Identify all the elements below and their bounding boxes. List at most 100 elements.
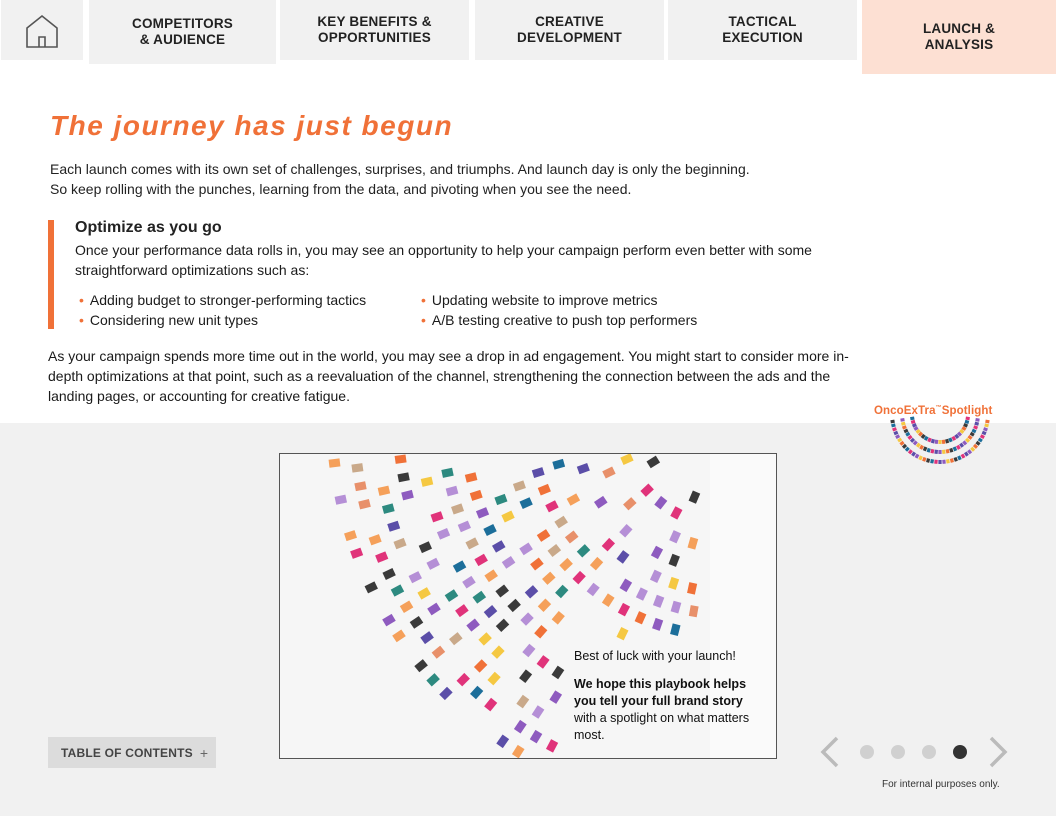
body-paragraph: As your campaign spends more time out in… [48,348,849,404]
logo-tile [930,448,935,454]
page-dot-2[interactable] [891,745,905,759]
mosaic-tile [513,719,527,734]
mosaic-tile [619,524,633,538]
mosaic-tile [392,629,406,643]
chevron-left-icon[interactable] [815,735,843,769]
mosaic-tile [520,612,534,626]
tab-competitors-audience[interactable]: COMPETITORS & AUDIENCE [89,0,276,64]
optimize-description: Once your performance data rolls in, you… [75,242,812,278]
list-item: • Adding budget to stronger-performing ta… [79,290,366,310]
mosaic-tile [417,587,431,600]
optimize-callout: Optimize as you go Once your performance… [48,219,878,330]
mosaic-tile [554,515,568,529]
intro-line-2: So keep rolling with the punches, learni… [50,181,632,197]
page-dot-3[interactable] [922,745,936,759]
page-dot-1[interactable] [860,745,874,759]
mosaic-tile [620,454,634,465]
mosaic-tile [382,568,396,580]
mosaic-tile [586,582,600,597]
home-icon [26,14,58,48]
mosaic-tile [519,669,533,683]
logo-tile [893,430,899,436]
mosaic-tile [449,632,463,646]
mosaic-tile [494,493,508,506]
logo-tile [981,430,987,436]
mosaic-tile [496,734,510,749]
tab-key-benefits[interactable]: KEY BENEFITS & OPPORTUNITIES [280,0,469,60]
top-nav: COMPETITORS & AUDIENCE KEY BENEFITS & OP… [0,0,1056,80]
mosaic-tile [531,705,545,719]
logo-tile [922,446,928,452]
mosaic-tile [478,632,492,646]
mosaic-tile [397,472,410,483]
hero-image-card: Best of luck with your launch! We hope t… [279,453,777,759]
bullet-icon: • [79,312,84,328]
list-item-text: Considering new unit types [89,312,259,328]
mosaic-tile [328,458,341,468]
mosaic-tile [547,543,562,558]
mosaic-tile [593,495,608,509]
mosaic-tile [512,480,526,492]
list-item: • Considering new unit types [79,310,258,330]
tab-launch-analysis[interactable]: LAUNCH & ANALYSIS [862,0,1056,74]
mosaic-tile [451,503,465,515]
mosaic-tile [619,578,633,593]
mosaic-tile [350,547,364,559]
mosaic-tile [354,481,367,492]
logo-tile [942,459,946,464]
mosaic-tile [334,494,348,505]
logo-tile [892,427,897,432]
mosaic-tile [455,604,469,618]
mosaic-tile [640,483,654,497]
mosaic-tile [473,659,488,673]
logo-tile [979,434,985,439]
mosaic-tile [687,582,698,595]
mosaic-tile [572,570,586,585]
table-of-contents-button[interactable]: TABLE OF CONTENTS + [48,737,216,768]
mosaic-tile [537,598,552,612]
intro-line-1: Each launch comes with its own set of ch… [50,161,750,177]
home-button[interactable] [1,0,83,60]
tab-creative-development[interactable]: CREATIVE DEVELOPMENT [475,0,664,60]
mosaic-tile [589,556,604,571]
logo-tile [900,418,905,422]
mosaic-tile [670,506,683,520]
mosaic-tile [408,571,422,584]
mosaic-tile [654,495,668,510]
mosaic-tile [475,507,490,519]
mosaic-tile [414,659,428,673]
intro-text: Each launch comes with its own set of ch… [50,159,870,199]
mosaic-tile [501,510,515,523]
mosaic-tile [545,739,559,753]
logo-tile [965,416,970,421]
mosaic-tile [375,551,389,563]
mosaic-tile [484,569,498,583]
mosaic-tile [483,605,498,619]
mosaic-tile [623,497,637,511]
mosaic-tile [616,550,630,564]
pagination [815,735,1015,769]
mosaic-tile [688,605,699,618]
mosaic-tile [670,600,682,614]
mosaic-tile [409,615,424,629]
chevron-right-icon[interactable] [985,735,1013,769]
logo-tile [985,419,990,424]
mosaic-tile [393,537,407,550]
mosaic-tile [519,542,533,556]
logo-tile [890,419,895,424]
mosaic-tile [436,527,451,540]
mosaic-tile [531,467,545,478]
mosaic-tile [487,671,501,686]
list-item-text: A/B testing creative to push top perform… [431,312,698,328]
tab-tactical-execution[interactable]: TACTICAL EXECUTION [668,0,857,60]
closing-strong: We hope this playbook helps you tell you… [574,677,747,708]
mosaic-tile [426,673,440,687]
mosaic-tile [457,520,471,533]
logo-tile [949,458,954,463]
mosaic-tile [364,581,378,594]
mosaic-tile [472,590,487,604]
mosaic-tile [530,557,544,571]
page-dot-4[interactable] [953,745,967,759]
mosaic-tile [495,584,510,598]
mosaic-tile [441,467,454,478]
